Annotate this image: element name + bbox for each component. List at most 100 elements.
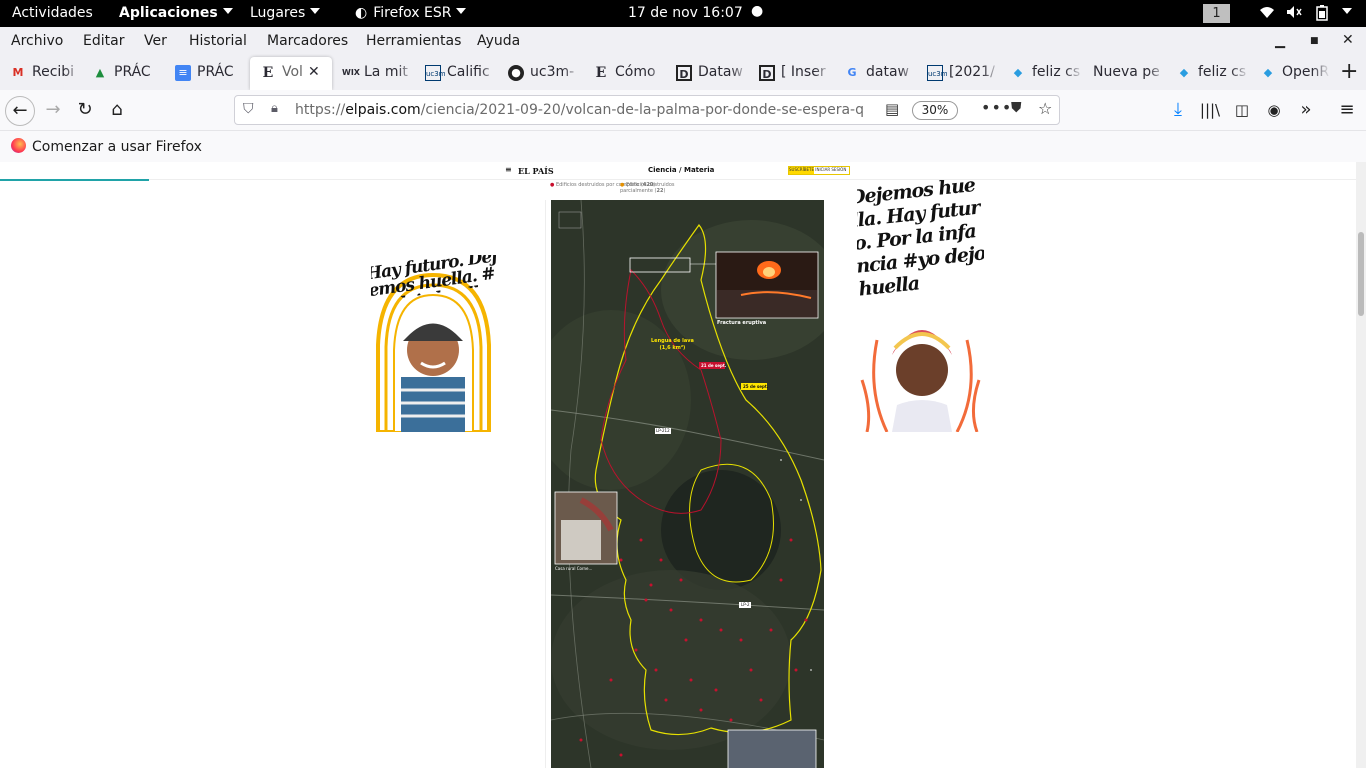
page-scrollbar[interactable]: [1356, 162, 1366, 768]
tab-wix[interactable]: WIX La mit: [332, 57, 415, 90]
child-face-right: [896, 344, 948, 396]
tab-github[interactable]: ● uc3m-: [498, 57, 581, 90]
menu-burger-icon[interactable]: ≡: [505, 165, 512, 174]
menu-editar[interactable]: Editar: [83, 33, 124, 49]
library-icon[interactable]: |||\: [1195, 96, 1225, 126]
tab-gem-3[interactable]: ◆ OpenR: [1250, 57, 1330, 90]
menu-bar: Archivo Editar Ver Historial Marcadores …: [0, 27, 1366, 57]
back-arrow-icon[interactable]: ←: [5, 96, 35, 126]
pocket-icon[interactable]: ⛊: [1011, 100, 1022, 116]
account-icon[interactable]: ◉: [1259, 96, 1289, 126]
tab-uc3m[interactable]: uc3mCalific: [415, 57, 498, 90]
downloads-icon[interactable]: ⤓: [1163, 96, 1193, 126]
menu-archivo[interactable]: Archivo: [11, 33, 63, 49]
tab-datawrapper-2[interactable]: D[ Inser: [749, 57, 832, 90]
ad-left-unicef[interactable]: Hay futuro. Dejemos huella. #yo dejo hue…: [371, 255, 496, 432]
forward-arrow-icon[interactable]: →: [38, 96, 68, 126]
app-menu[interactable]: ◐ Firefox ESR: [355, 5, 467, 21]
hamburger-menu-icon[interactable]: ≡: [1332, 96, 1362, 126]
menu-ver[interactable]: Ver: [144, 33, 167, 49]
gnome-top-bar: Actividades Aplicaciones Lugares ◐ Firefo…: [0, 0, 1366, 27]
tab-drive[interactable]: ▲ PRÁC: [82, 57, 165, 90]
menu-ayuda[interactable]: Ayuda: [477, 33, 520, 49]
tab-google[interactable]: Gdataw: [834, 57, 917, 90]
reload-icon[interactable]: ↻: [70, 96, 100, 126]
login-button[interactable]: INICIAR SESIÓN: [815, 167, 846, 172]
docs-icon: ≡: [175, 65, 191, 81]
uc3m-icon: uc3m: [927, 65, 948, 81]
map-svg: [551, 200, 824, 768]
menu-marcadores[interactable]: Marcadores: [267, 33, 348, 49]
url-text[interactable]: https://elpais.com/ciencia/2021-09-20/vo…: [295, 102, 875, 118]
home-icon[interactable]: ⌂: [102, 96, 132, 126]
tab-gem-1[interactable]: ◆ feliz cs: [1000, 57, 1083, 90]
tab-docs[interactable]: ≡ PRÁC: [165, 57, 248, 90]
reading-progress-bar: [0, 179, 149, 181]
tab-gem-2[interactable]: ◆ feliz cs: [1166, 57, 1249, 90]
map-scale-ruler: [545, 200, 546, 768]
menu-historial[interactable]: Historial: [189, 33, 247, 49]
drive-icon: ▲: [95, 66, 105, 79]
maximize-icon[interactable]: ■: [1310, 36, 1319, 46]
browser-chrome: Archivo Editar Ver Historial Marcadores …: [0, 27, 1366, 162]
elpais-logo[interactable]: EL PAÍS: [518, 166, 554, 176]
zoom-indicator[interactable]: 30%: [912, 101, 958, 120]
workspace-indicator[interactable]: 1: [1203, 4, 1230, 23]
places-menu[interactable]: Lugares: [250, 5, 321, 21]
overflow-chevron-icon[interactable]: »: [1291, 96, 1321, 126]
bookmarks-toolbar: Comenzar a usar Firefox: [0, 130, 1366, 162]
system-menu-chevron[interactable]: [1337, 5, 1352, 21]
getting-started-bookmark[interactable]: Comenzar a usar Firefox: [11, 138, 202, 155]
fissure-label: Fractura eruptiva: [717, 320, 767, 326]
gem-icon: ◆: [1263, 66, 1273, 79]
chevron-down-icon: [222, 8, 233, 14]
clock[interactable]: 17 de nov 16:07: [628, 5, 743, 21]
subscribe-button[interactable]: SUSCRÍBETE: [789, 167, 814, 174]
reader-view-icon[interactable]: ▤: [885, 100, 899, 118]
tab-gmail[interactable]: M Recibi: [0, 57, 82, 90]
tab-elpais-active[interactable]: E Vol ✕: [250, 57, 332, 90]
battery-icon[interactable]: [1316, 5, 1328, 25]
lava-map[interactable]: Fractura eruptiva Lengua de lava (1,6 km²…: [551, 200, 824, 768]
gem-icon: ◆: [1179, 66, 1189, 79]
chevron-down-icon: [310, 8, 321, 14]
lock-icon[interactable]: 🔒︎: [271, 101, 278, 116]
gmail-icon: M: [12, 66, 24, 79]
subscribe-login[interactable]: SUSCRÍBETE INICIAR SESIÓN: [788, 166, 850, 175]
section-breadcrumb[interactable]: Ciencia / Materia: [648, 166, 714, 174]
sidebar-icon[interactable]: ◫: [1227, 96, 1257, 126]
menu-herramientas[interactable]: Herramientas: [366, 33, 461, 49]
tracking-shield-icon[interactable]: ⛉: [243, 101, 254, 117]
house-label: Casa rural Corne...: [555, 566, 593, 571]
tab-uc3m-2[interactable]: uc3m[2021/: [917, 57, 1000, 90]
volume-icon[interactable]: [1286, 5, 1302, 23]
firefox-icon: ◐: [355, 5, 368, 21]
applications-menu[interactable]: Aplicaciones: [119, 5, 233, 21]
map-legend: ● Edificios destruidos por completo (420…: [550, 182, 675, 194]
page-viewport: ≡ EL PAÍS Ciencia / Materia SUSCRÍBETE I…: [0, 162, 1356, 768]
gem-icon: ◆: [1013, 66, 1023, 79]
firefox-logo-icon: [11, 138, 26, 153]
chevron-down-icon: [1342, 8, 1352, 14]
new-tab-icon[interactable]: +: [1340, 59, 1358, 84]
close-window-icon[interactable]: ✕: [1342, 32, 1354, 48]
elpais-icon: E: [595, 65, 607, 81]
notification-dot-icon: ●: [751, 3, 764, 19]
page-actions-icon[interactable]: •••: [981, 98, 1012, 117]
road-label-lp2: LP-2: [741, 602, 750, 607]
scrollbar-thumb[interactable]: [1358, 232, 1364, 316]
datawrapper-icon: D: [676, 65, 692, 81]
ad-right-text: Dejemos huella. Hay futuro. Por la infan…: [857, 180, 984, 301]
ad-right-unicef[interactable]: Dejemos huella. Hay futuro. Por la infan…: [857, 180, 984, 432]
nav-bar: ← → ↻ ⌂ ⛉ 🔒︎ https://elpais.com/ciencia/…: [0, 90, 1366, 130]
minimize-icon[interactable]: ▁: [1275, 34, 1285, 49]
close-tab-icon[interactable]: ✕: [308, 64, 320, 80]
url-bar[interactable]: ⛉ 🔒︎ https://elpais.com/ciencia/2021-09-…: [234, 95, 1060, 125]
tab-datawrapper[interactable]: D Dataw: [666, 57, 749, 90]
activities-button[interactable]: Actividades: [12, 5, 93, 21]
bookmark-star-icon[interactable]: ☆: [1038, 99, 1052, 118]
tab-elpais-2[interactable]: E Cómo: [583, 57, 666, 90]
wifi-icon[interactable]: [1259, 5, 1275, 23]
github-icon: ●: [508, 65, 524, 81]
tab-new[interactable]: Nueva pe: [1083, 57, 1166, 90]
